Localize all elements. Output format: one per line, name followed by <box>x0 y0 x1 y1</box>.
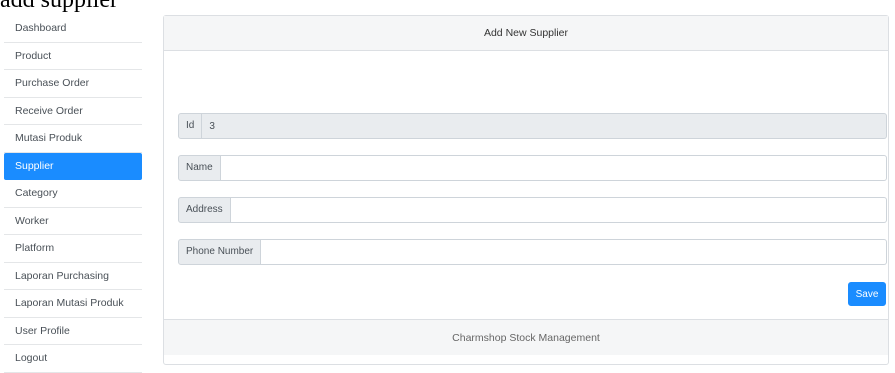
name-input-group: Name <box>178 155 887 181</box>
address-label: Address <box>178 197 231 223</box>
id-input-group: Id <box>178 113 887 139</box>
sidebar-item-purchase-order[interactable]: Purchase Order <box>4 70 142 98</box>
phone-number-input-group: Phone Number <box>178 239 887 265</box>
save-button[interactable]: Save <box>848 282 886 306</box>
sidebar: Dashboard Product Purchase Order Receive… <box>4 15 142 373</box>
phone-number-field[interactable] <box>261 239 887 265</box>
sidebar-item-supplier[interactable]: Supplier <box>4 152 142 180</box>
sidebar-item-category[interactable]: Category <box>4 180 142 208</box>
sidebar-item-laporan-purchasing[interactable]: Laporan Purchasing <box>4 263 142 290</box>
sidebar-item-dashboard[interactable]: Dashboard <box>4 15 142 43</box>
address-field[interactable] <box>230 197 887 223</box>
sidebar-item-mutasi-produk[interactable]: Mutasi Produk <box>4 125 142 153</box>
sidebar-item-product[interactable]: Product <box>4 43 142 70</box>
id-label: Id <box>178 113 203 139</box>
id-field <box>202 113 887 139</box>
sidebar-item-receive-order[interactable]: Receive Order <box>4 98 142 125</box>
sidebar-item-logout[interactable]: Logout <box>4 345 142 373</box>
name-field[interactable] <box>220 155 887 181</box>
sidebar-item-worker[interactable]: Worker <box>4 208 142 235</box>
sidebar-item-laporan-mutasi-produk[interactable]: Laporan Mutasi Produk <box>4 290 142 318</box>
address-input-group: Address <box>178 197 887 223</box>
name-label: Name <box>178 155 221 181</box>
sidebar-item-user-profile[interactable]: User Profile <box>4 318 142 345</box>
phone-number-label: Phone Number <box>178 239 262 265</box>
supplier-form-card: Add New Supplier Id Name Address Phone N… <box>163 15 889 365</box>
card-header: Add New Supplier <box>164 16 888 51</box>
card-footer: Charmshop Stock Management <box>164 319 888 355</box>
page-heading: add supplier <box>0 0 118 13</box>
sidebar-item-platform[interactable]: Platform <box>4 235 142 263</box>
